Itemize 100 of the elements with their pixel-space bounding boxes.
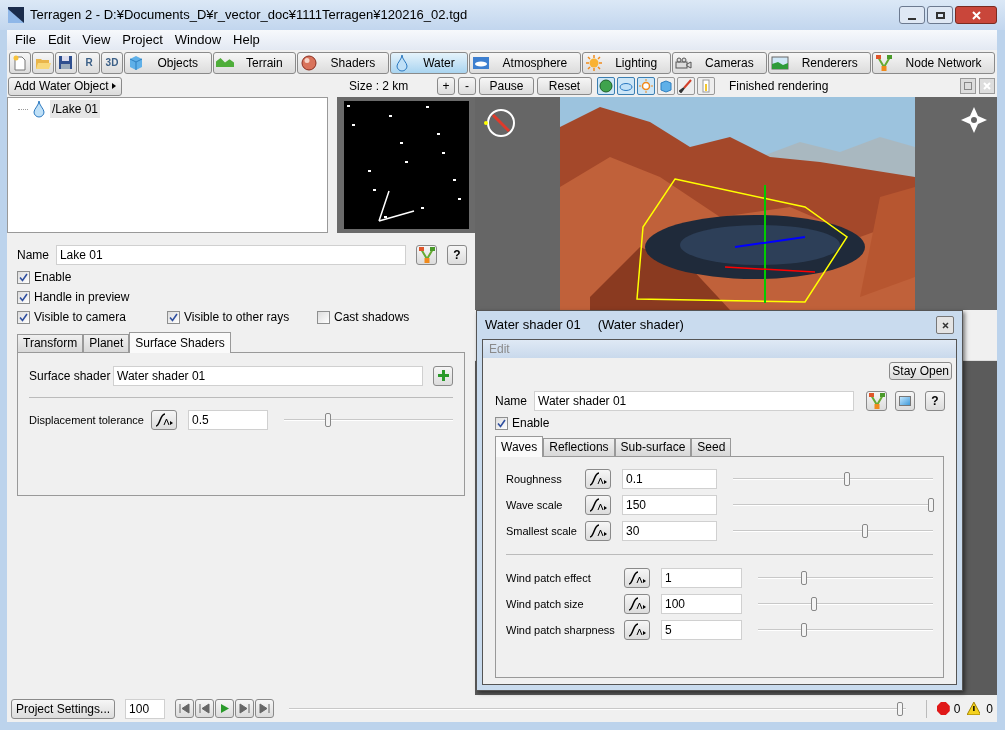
skip-forward-icon: [238, 703, 250, 714]
text-field[interactable]: 1: [661, 568, 742, 588]
checkbox[interactable]: [495, 416, 508, 430]
toolbar-button[interactable]: R: [78, 51, 100, 74]
function-button[interactable]: [585, 521, 611, 541]
tab[interactable]: Reflections: [543, 438, 615, 456]
text-field[interactable]: 5: [661, 620, 742, 640]
function-button[interactable]: [585, 495, 611, 515]
slider-thumb[interactable]: [324, 413, 331, 427]
play-button[interactable]: [214, 699, 234, 718]
toolbar-button[interactable]: [32, 51, 54, 74]
checkbox[interactable]: [167, 310, 180, 324]
curve-icon: [155, 413, 173, 427]
node-network-button[interactable]: [866, 391, 887, 411]
slider-thumb[interactable]: [800, 571, 807, 585]
slider-thumb[interactable]: [800, 623, 807, 637]
toolbar-tab[interactable]: Shaders: [297, 51, 389, 74]
tab[interactable]: Surface Shaders: [129, 332, 231, 353]
toolbar-tab[interactable]: Renderers: [768, 51, 872, 74]
add-water-object-button[interactable]: Add Water Object: [8, 76, 122, 96]
navigation-icon: [961, 107, 987, 133]
toolbar-button[interactable]: [9, 51, 31, 74]
toolbar-tab[interactable]: Terrain: [212, 51, 297, 74]
function-button[interactable]: [624, 620, 650, 640]
node-network-button[interactable]: [416, 245, 437, 265]
add-shader-button[interactable]: [433, 366, 453, 386]
tab[interactable]: Waves: [495, 436, 544, 457]
tab[interactable]: Transform: [17, 334, 84, 352]
help-button[interactable]: ?: [447, 245, 467, 265]
toolbar-tab[interactable]: Water: [389, 51, 469, 74]
slider[interactable]: [758, 571, 933, 585]
transport-button[interactable]: [234, 699, 254, 718]
slider-thumb[interactable]: [844, 472, 850, 486]
preview-button[interactable]: Pause: [479, 77, 534, 95]
text-field[interactable]: 100: [125, 698, 165, 719]
text-field[interactable]: Water shader 01: [534, 391, 854, 411]
slider[interactable]: [733, 498, 933, 512]
preview-tool-button[interactable]: [677, 77, 695, 95]
function-button[interactable]: [624, 568, 650, 588]
text-field[interactable]: Water shader 01: [113, 366, 423, 386]
toolbar-tab[interactable]: Atmosphere: [469, 51, 581, 74]
menu-item[interactable]: Help: [227, 30, 266, 50]
slider[interactable]: [733, 472, 933, 486]
menu-item[interactable]: File: [9, 30, 42, 50]
checkbox[interactable]: [17, 290, 30, 304]
checkbox[interactable]: [17, 270, 30, 284]
error-count: 0: [953, 700, 961, 718]
function-button[interactable]: [624, 594, 650, 614]
slider-thumb[interactable]: [862, 524, 868, 538]
minimize-button[interactable]: [899, 6, 925, 24]
function-button[interactable]: [585, 469, 611, 489]
menu-item[interactable]: View: [76, 30, 117, 50]
tree-item[interactable]: /Lake 01: [50, 100, 101, 118]
preview-button[interactable]: +: [437, 77, 455, 95]
preview-tool-button[interactable]: [597, 77, 615, 95]
slider-thumb[interactable]: [896, 701, 903, 716]
menu-item[interactable]: Window: [168, 30, 228, 50]
maximize-button[interactable]: [927, 6, 953, 24]
preview-button[interactable]: Reset: [537, 77, 592, 95]
project-settings-button[interactable]: Project Settings...: [11, 698, 116, 719]
checkbox[interactable]: [317, 310, 330, 324]
restore-button[interactable]: [960, 78, 976, 94]
close-button[interactable]: [936, 316, 954, 334]
checkbox[interactable]: [17, 310, 30, 324]
menu-item[interactable]: Project: [116, 30, 169, 50]
text-field[interactable]: 0.5: [188, 410, 268, 430]
slider[interactable]: [758, 597, 933, 611]
tab[interactable]: Planet: [83, 334, 130, 352]
toolbar-button[interactable]: 3D: [101, 51, 123, 74]
transport-button[interactable]: [254, 699, 274, 718]
slider-thumb[interactable]: [811, 597, 817, 611]
toolbar-tab[interactable]: Lighting: [581, 51, 671, 74]
toolbar-tab[interactable]: Cameras: [671, 51, 768, 74]
text-field[interactable]: 100: [661, 594, 742, 614]
stay-open-button[interactable]: Stay Open: [889, 362, 952, 380]
text-field[interactable]: 0.1: [622, 469, 717, 489]
tab[interactable]: Sub-surface: [614, 438, 692, 456]
transport-button[interactable]: [174, 699, 194, 718]
tab[interactable]: Seed: [691, 438, 732, 456]
curve-icon: [589, 472, 607, 486]
transport-button[interactable]: [194, 699, 214, 718]
text-field[interactable]: 150: [622, 495, 717, 515]
preview-button[interactable]: [895, 391, 915, 411]
slider[interactable]: [284, 413, 453, 427]
text-field[interactable]: Lake 01: [55, 245, 406, 265]
text-field[interactable]: 30: [622, 521, 717, 541]
toolbar-tab[interactable]: Objects: [124, 51, 212, 74]
globe-icon: [599, 79, 613, 93]
help-button[interactable]: ?: [925, 391, 945, 411]
function-button[interactable]: [151, 410, 177, 430]
menu-item[interactable]: Edit: [41, 30, 77, 50]
skip-back-icon: [178, 703, 190, 714]
close-button[interactable]: [955, 6, 997, 24]
preview-button[interactable]: -: [458, 77, 476, 95]
slider-thumb[interactable]: [928, 498, 934, 512]
toolbar-button[interactable]: [55, 51, 77, 74]
slider[interactable]: [733, 524, 933, 538]
toolbar-tab[interactable]: Node Network: [872, 51, 995, 74]
slider[interactable]: [288, 701, 907, 716]
slider[interactable]: [758, 623, 933, 637]
